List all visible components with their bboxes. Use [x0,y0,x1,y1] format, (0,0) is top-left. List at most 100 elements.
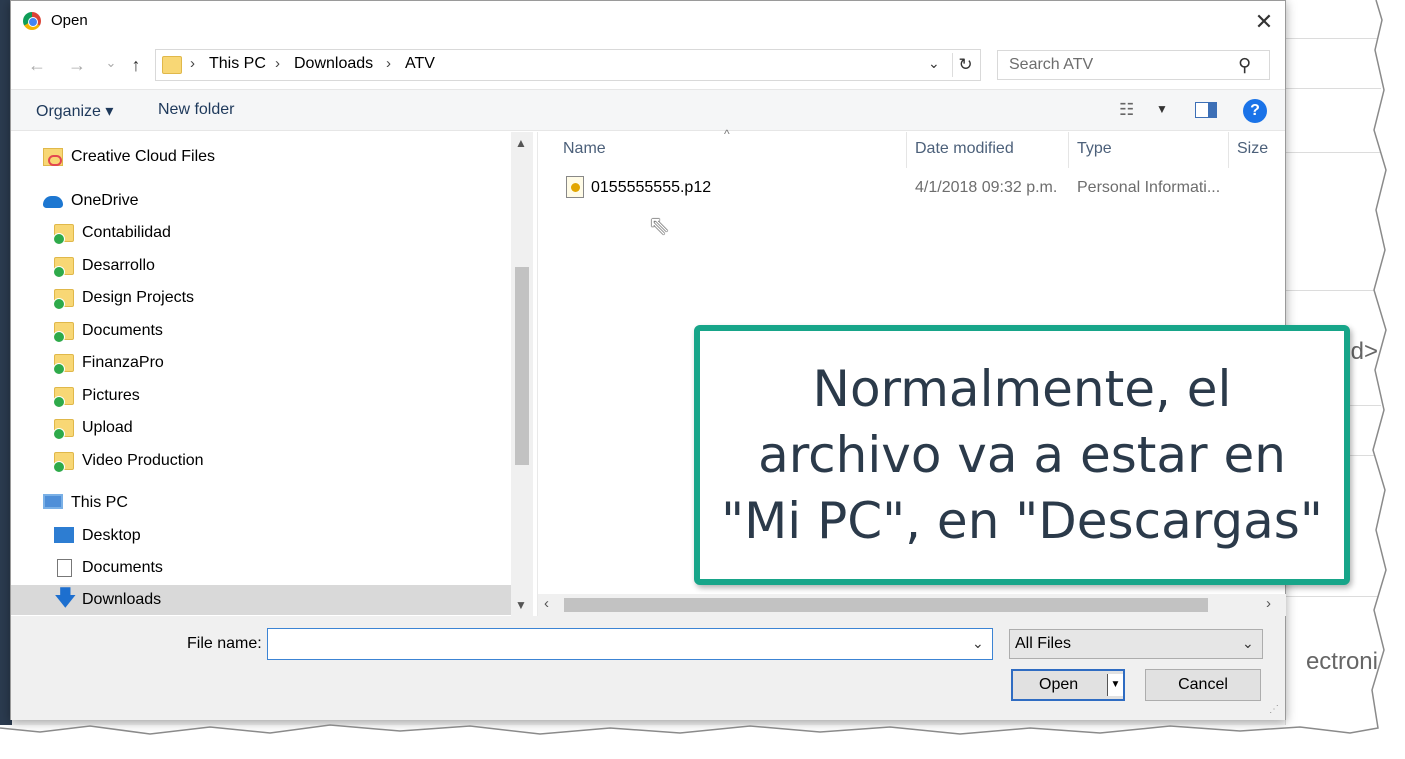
chevron-down-icon[interactable]: ⌄ [1242,635,1254,652]
chevron-down-icon[interactable]: ⌄ [928,55,940,72]
cancel-button[interactable]: Cancel [1145,669,1261,701]
nav-item-label: This PC [71,494,128,511]
sort-ascending-icon: ^ [724,127,730,141]
mouse-cursor-icon: ⇖ [648,210,670,240]
folder-icon [53,387,74,408]
folder-icon [53,224,74,245]
nav-item-label: Documents [82,322,163,339]
file-type-select[interactable]: All Files ⌄ [1009,629,1263,659]
search-input[interactable]: Search ATV [1009,56,1093,74]
forward-button[interactable]: → [65,53,89,77]
column-divider[interactable] [906,132,907,168]
folder-icon [53,452,74,473]
nav-item-label: Documents [82,559,163,576]
file-name-input[interactable]: ⌄ [267,628,993,660]
breadcrumb-atv[interactable]: ATV [405,55,435,73]
scroll-up-icon[interactable]: ▲ [515,136,527,150]
column-divider[interactable] [1068,132,1069,168]
column-header-size[interactable]: Size [1237,140,1268,158]
dialog-title: Open [51,12,88,29]
nav-item-label: Desarrollo [82,257,155,274]
up-button[interactable]: ↑ [124,53,148,77]
scroll-down-icon[interactable]: ▼ [515,598,527,612]
search-box[interactable]: Search ATV ⚲ [997,50,1270,80]
scroll-right-icon[interactable]: › [1266,595,1271,612]
breadcrumb-this-pc[interactable]: This PC [209,55,266,73]
divider [1286,596,1381,597]
open-button[interactable]: Open ▼ [1011,669,1125,701]
refresh-icon[interactable]: ↻ [952,53,978,77]
view-options-icon[interactable]: ☷ [1119,100,1134,120]
preview-pane-icon[interactable] [1195,102,1217,118]
dialog-footer: File name: ⌄ All Files ⌄ Open ▼ Cancel ⋰ [11,616,1285,720]
folder-icon [162,56,182,74]
nav-item-label: Desktop [82,527,141,544]
resize-grip-icon[interactable]: ⋰ [1269,704,1279,715]
recent-locations-button[interactable]: ⌄ [99,51,123,75]
file-name[interactable]: 0155555555.p12 [591,179,711,197]
download-arrow-icon: 🡇 [54,585,77,610]
callout-text: Normalmente, el archivo va a estar en "M… [721,360,1323,550]
nav-item-label: Downloads [82,591,162,608]
desktop-icon [54,527,74,543]
callout-box: Normalmente, el archivo va a estar en "M… [694,325,1350,585]
divider [1286,38,1381,39]
divider [1286,152,1381,153]
nav-item-downloads[interactable]: 🡇 Downloads [11,585,511,615]
breadcrumb-separator: › [275,55,280,72]
onedrive-icon [43,196,63,208]
close-button[interactable]: ✕ [1247,7,1281,37]
new-folder-button[interactable]: New folder [158,101,234,119]
folder-icon [53,289,74,310]
column-divider[interactable] [1228,132,1229,168]
sync-check-icon [53,266,65,278]
background-text: ectroni [1305,648,1378,675]
nav-item-label: Upload [82,419,133,436]
nav-scrollbar-thumb[interactable] [515,267,529,465]
computer-icon [43,494,63,509]
divider [1286,88,1381,89]
chevron-down-icon[interactable]: ▼ [1156,102,1168,116]
creative-cloud-folder-icon [43,148,63,166]
folder-icon [53,354,74,375]
breadcrumb-separator: › [386,55,391,72]
folder-icon [53,257,74,278]
scroll-left-icon[interactable]: ‹ [544,595,549,612]
file-date-modified: 4/1/2018 09:32 p.m. [915,179,1058,196]
documents-icon [57,559,72,577]
back-button[interactable]: ← [25,53,49,77]
organize-button[interactable]: Organize ▾ [36,101,113,121]
nav-item-label: Contabilidad [82,224,171,241]
column-header-name[interactable]: Name [563,140,606,158]
column-header-date-modified[interactable]: Date modified [915,140,1014,158]
file-type: Personal Informati... [1077,179,1221,196]
file-type-selected: All Files [1015,635,1072,652]
horizontal-scrollbar-thumb[interactable] [564,598,1208,612]
chevron-down-icon[interactable]: ⌄ [972,635,984,652]
nav-item-label: Design Projects [82,289,195,306]
title-bar: Open ✕ [11,1,1285,43]
sync-check-icon [53,298,65,310]
nav-item-label: FinanzaPro [82,354,164,371]
navigation-pane: Creative Cloud Files OneDrive Contabilid… [11,132,533,616]
column-header-type[interactable]: Type [1077,140,1112,158]
breadcrumb-separator: › [190,55,195,72]
chrome-icon [23,12,41,30]
open-options-dropdown[interactable]: ▼ [1107,674,1123,696]
open-button-label: Open [1039,676,1079,693]
certificate-file-icon [566,176,584,198]
divider [1286,290,1381,291]
sync-check-icon [53,331,65,343]
folder-icon [53,419,74,440]
sync-check-icon [53,363,65,375]
nav-item-label: Creative Cloud Files [71,148,216,165]
sync-check-icon [53,461,65,473]
address-bar[interactable]: › This PC › Downloads › ATV ⌄ ↻ [155,49,981,81]
help-icon[interactable]: ? [1243,99,1267,123]
folder-icon [53,322,74,343]
search-icon[interactable]: ⚲ [1238,55,1251,76]
nav-item-label: Video Production [82,452,204,469]
sync-check-icon [53,428,65,440]
nav-item-label: OneDrive [71,192,139,209]
breadcrumb-downloads[interactable]: Downloads [294,55,373,73]
